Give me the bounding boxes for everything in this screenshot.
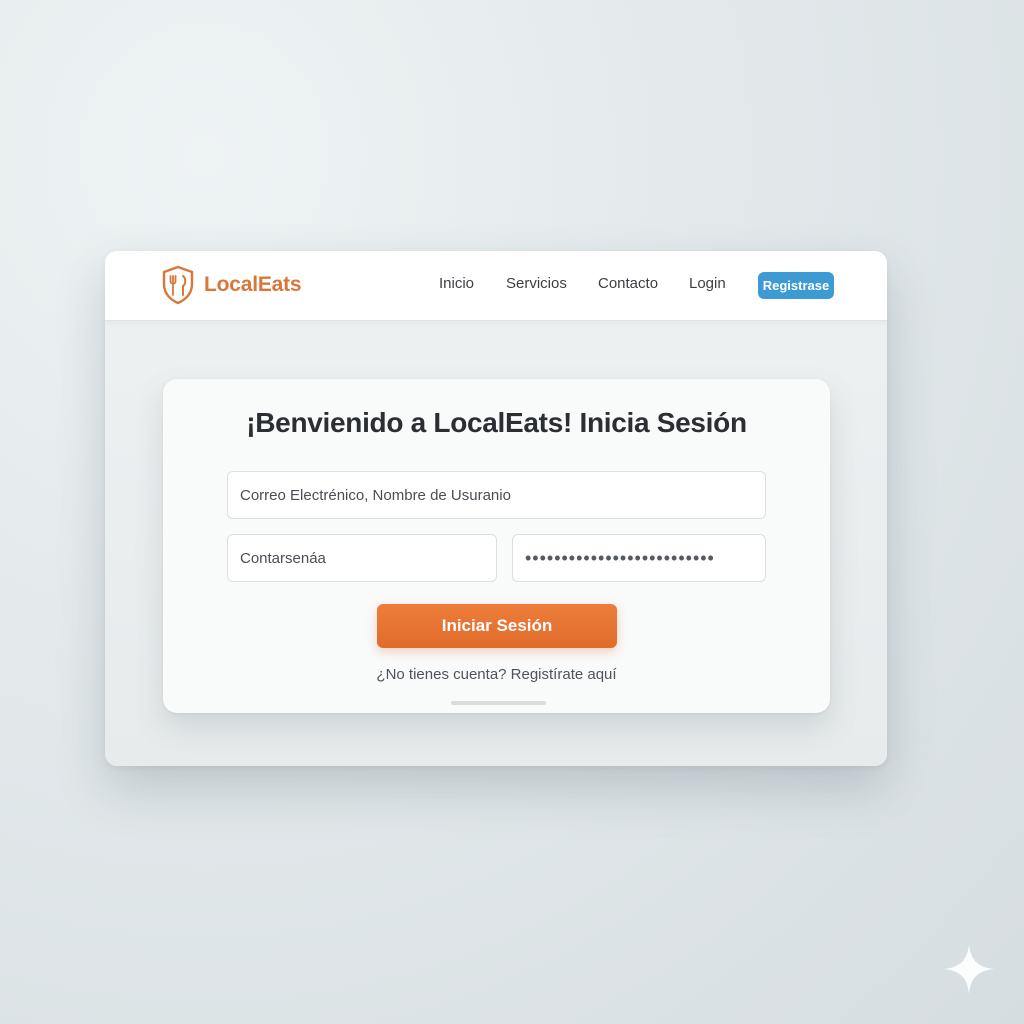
nav-link-inicio[interactable]: Inicio [439,275,474,292]
browser-window: LocalEats Inicio Servicios Contacto Logi… [105,251,887,766]
password-label-input[interactable] [227,534,497,582]
nav-link-login[interactable]: Login [689,275,726,292]
scroll-handle [451,701,546,705]
email-username-input[interactable] [227,471,766,519]
login-submit-button[interactable]: Iniciar Sesión [377,604,617,648]
login-title: ¡Benvienido a LocalEats! Inicia Sesión [246,407,747,438]
brand-name: LocalEats [204,273,302,296]
brand-logo[interactable]: LocalEats [161,265,302,305]
shield-fork-knife-icon [162,265,194,305]
sparkle-icon [944,944,994,994]
navbar: LocalEats Inicio Servicios Contacto Logi… [105,251,887,321]
nav-link-servicios[interactable]: Servicios [506,275,567,292]
login-card: ¡Benvienido a LocalEats! Inicia Sesión I… [163,379,830,713]
signup-link[interactable]: ¿No tienes cuenta? Registírate aquí [163,666,830,683]
register-button[interactable]: Registrase [758,272,834,299]
password-input[interactable] [512,534,766,582]
nav-link-contacto[interactable]: Contacto [598,275,658,292]
